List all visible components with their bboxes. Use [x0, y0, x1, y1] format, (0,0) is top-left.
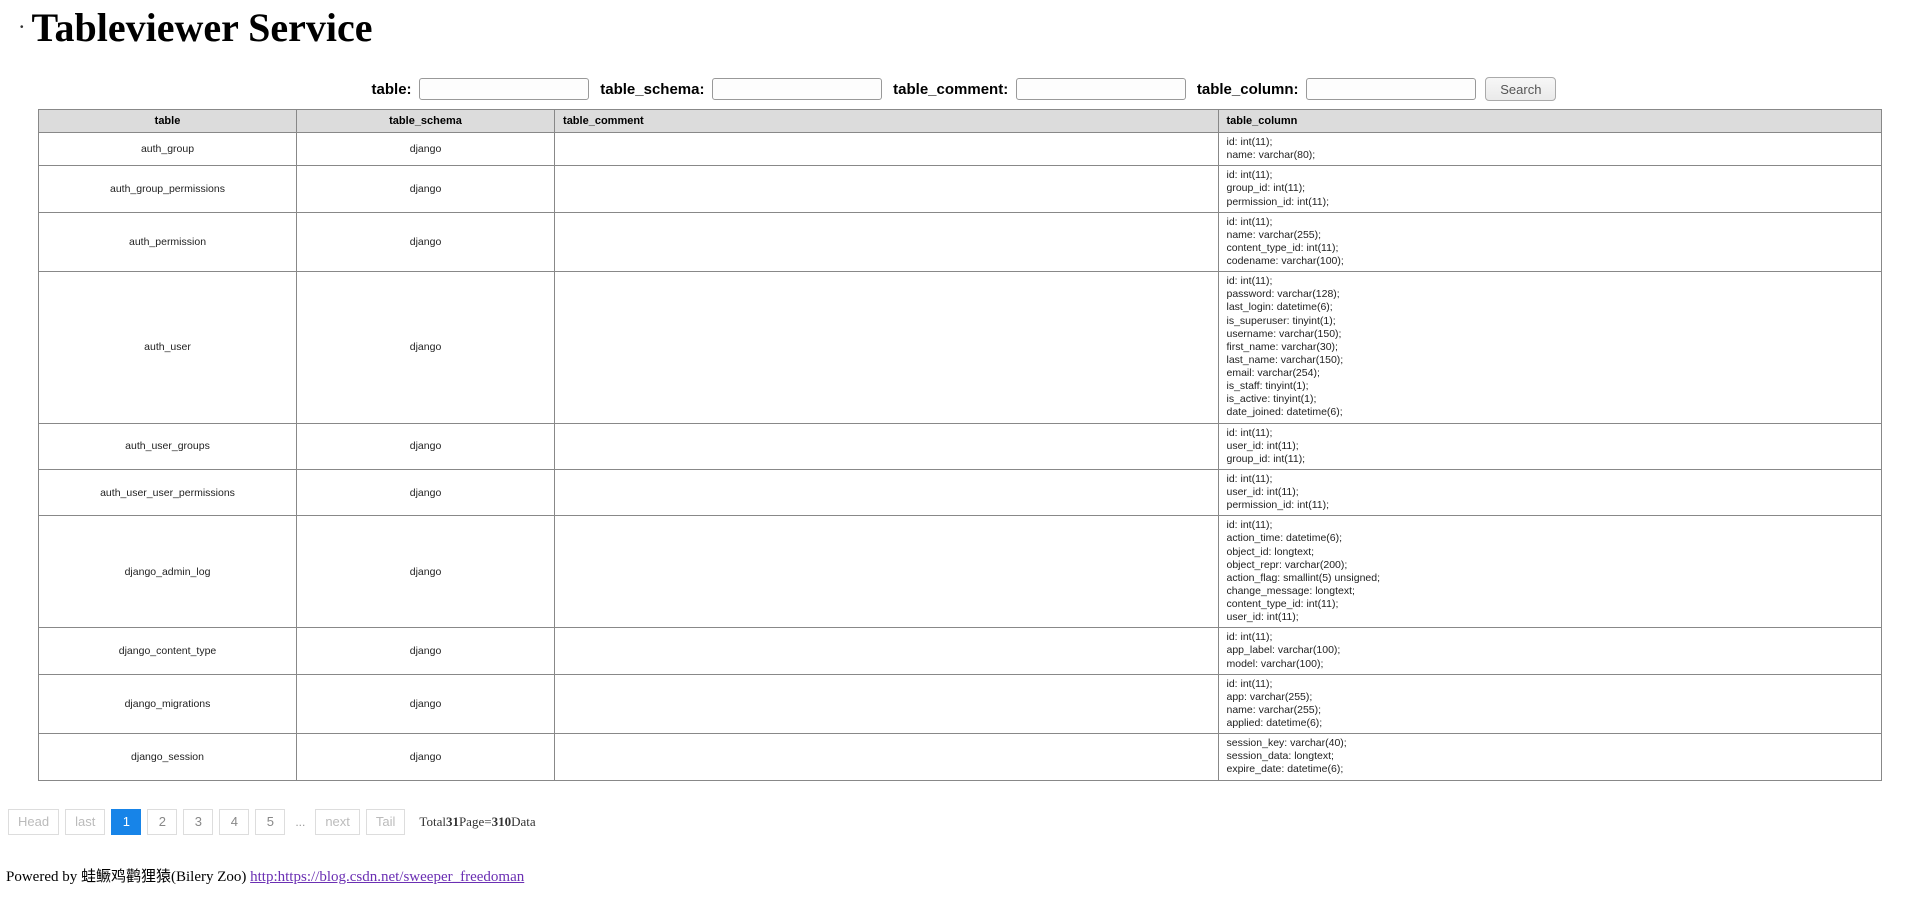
cell-schema: django [297, 166, 555, 212]
page-title: Tableviewer Service [32, 4, 373, 51]
cell-table: auth_user_groups [39, 423, 297, 469]
cell-schema: django [297, 516, 555, 628]
page-header: • Tableviewer Service [0, 0, 1920, 55]
cell-schema: django [297, 469, 555, 515]
cell-column: id: int(11); name: varchar(80); [1218, 133, 1882, 166]
cell-table: auth_permission [39, 212, 297, 272]
table-row: django_content_typedjango id: int(11); ap… [39, 628, 1882, 674]
th-comment: table_comment [555, 110, 1218, 133]
cell-column: id: int(11); password: varchar(128); las… [1218, 272, 1882, 423]
cell-table: auth_group_permissions [39, 166, 297, 212]
cell-column: id: int(11); user_id: int(11); group_id:… [1218, 423, 1882, 469]
cell-comment [555, 674, 1218, 734]
table-row: auth_groupdjango id: int(11); name: varch… [39, 133, 1882, 166]
cell-table: django_migrations [39, 674, 297, 734]
summary-suffix: Data [511, 814, 536, 829]
cell-comment [555, 166, 1218, 212]
label-comment: table_comment: [893, 81, 1008, 98]
cell-column: id: int(11); group_id: int(11); permissi… [1218, 166, 1882, 212]
bullet-icon: • [20, 22, 24, 33]
cell-column: session_key: varchar(40); session_data: … [1218, 734, 1882, 780]
cell-schema: django [297, 628, 555, 674]
summary-total-pages: 31 [446, 814, 459, 829]
cell-schema: django [297, 734, 555, 780]
cell-schema: django [297, 674, 555, 734]
input-comment[interactable] [1016, 78, 1186, 100]
pager-page-1[interactable]: 1 [111, 809, 141, 835]
cell-table: auth_user_user_permissions [39, 469, 297, 515]
cell-table: auth_user [39, 272, 297, 423]
cell-table: auth_group [39, 133, 297, 166]
search-button[interactable]: Search [1485, 77, 1556, 101]
th-table: table [39, 110, 297, 133]
table-row: django_admin_logdjango id: int(11); actio… [39, 516, 1882, 628]
pager-page-4[interactable]: 4 [219, 809, 249, 835]
cell-table: django_admin_log [39, 516, 297, 628]
summary-prefix: Total [419, 814, 446, 829]
cell-column: id: int(11); app_label: varchar(100); mo… [1218, 628, 1882, 674]
cell-table: django_session [39, 734, 297, 780]
cell-column: id: int(11); name: varchar(255); content… [1218, 212, 1882, 272]
table-row: auth_group_permissionsdjango id: int(11);… [39, 166, 1882, 212]
summary-total-data: 310 [492, 814, 512, 829]
table-row: auth_userdjango id: int(11); password: va… [39, 272, 1882, 423]
footer-link[interactable]: http:https://blog.csdn.net/sweeper_freed… [250, 869, 524, 885]
cell-schema: django [297, 212, 555, 272]
input-schema[interactable] [712, 78, 882, 100]
label-table: table: [372, 81, 412, 98]
summary-mid: Page= [459, 814, 492, 829]
table-row: django_migrationsdjango id: int(11); app:… [39, 674, 1882, 734]
cell-schema: django [297, 423, 555, 469]
label-column: table_column: [1197, 81, 1299, 98]
cell-column: id: int(11); action_time: datetime(6); o… [1218, 516, 1882, 628]
cell-column: id: int(11); user_id: int(11); permissio… [1218, 469, 1882, 515]
pager-head[interactable]: Head [8, 809, 59, 835]
cell-comment [555, 469, 1218, 515]
cell-comment [555, 423, 1218, 469]
pager-summary: Total31Page=310Data [419, 814, 535, 830]
pager-ellipsis: ... [291, 815, 309, 829]
pager-page-5[interactable]: 5 [255, 809, 285, 835]
pagination: Head last 12345 ... next Tail Total31Pag… [0, 781, 1920, 843]
cell-table: django_content_type [39, 628, 297, 674]
table-row: auth_user_groupsdjango id: int(11); user_… [39, 423, 1882, 469]
pager-prev[interactable]: last [65, 809, 105, 835]
pager-next[interactable]: next [315, 809, 360, 835]
cell-comment [555, 628, 1218, 674]
cell-schema: django [297, 133, 555, 166]
footer: Powered by 蛙鳜鸡鹳狸猿(Bilery Zoo) http:https… [0, 843, 1920, 898]
pager-tail[interactable]: Tail [366, 809, 406, 835]
table-header-row: table table_schema table_comment table_c… [39, 110, 1882, 133]
cell-comment [555, 272, 1218, 423]
table-row: auth_user_user_permissionsdjango id: int(… [39, 469, 1882, 515]
table-row: auth_permissiondjango id: int(11); name: … [39, 212, 1882, 272]
table-row: django_sessiondjango session_key: varchar… [39, 734, 1882, 780]
input-column[interactable] [1306, 78, 1476, 100]
label-schema: table_schema: [600, 81, 704, 98]
cell-column: id: int(11); app: varchar(255); name: va… [1218, 674, 1882, 734]
th-column: table_column [1218, 110, 1882, 133]
footer-text: Powered by 蛙鳜鸡鹳狸猿(Bilery Zoo) [6, 869, 250, 885]
results-table: table table_schema table_comment table_c… [38, 109, 1882, 781]
pager-page-2[interactable]: 2 [147, 809, 177, 835]
th-schema: table_schema [297, 110, 555, 133]
pager-page-3[interactable]: 3 [183, 809, 213, 835]
cell-comment [555, 734, 1218, 780]
cell-comment [555, 516, 1218, 628]
input-table[interactable] [419, 78, 589, 100]
cell-comment [555, 133, 1218, 166]
search-bar: table: table_schema: table_comment: tabl… [0, 77, 1920, 101]
cell-comment [555, 212, 1218, 272]
cell-schema: django [297, 272, 555, 423]
